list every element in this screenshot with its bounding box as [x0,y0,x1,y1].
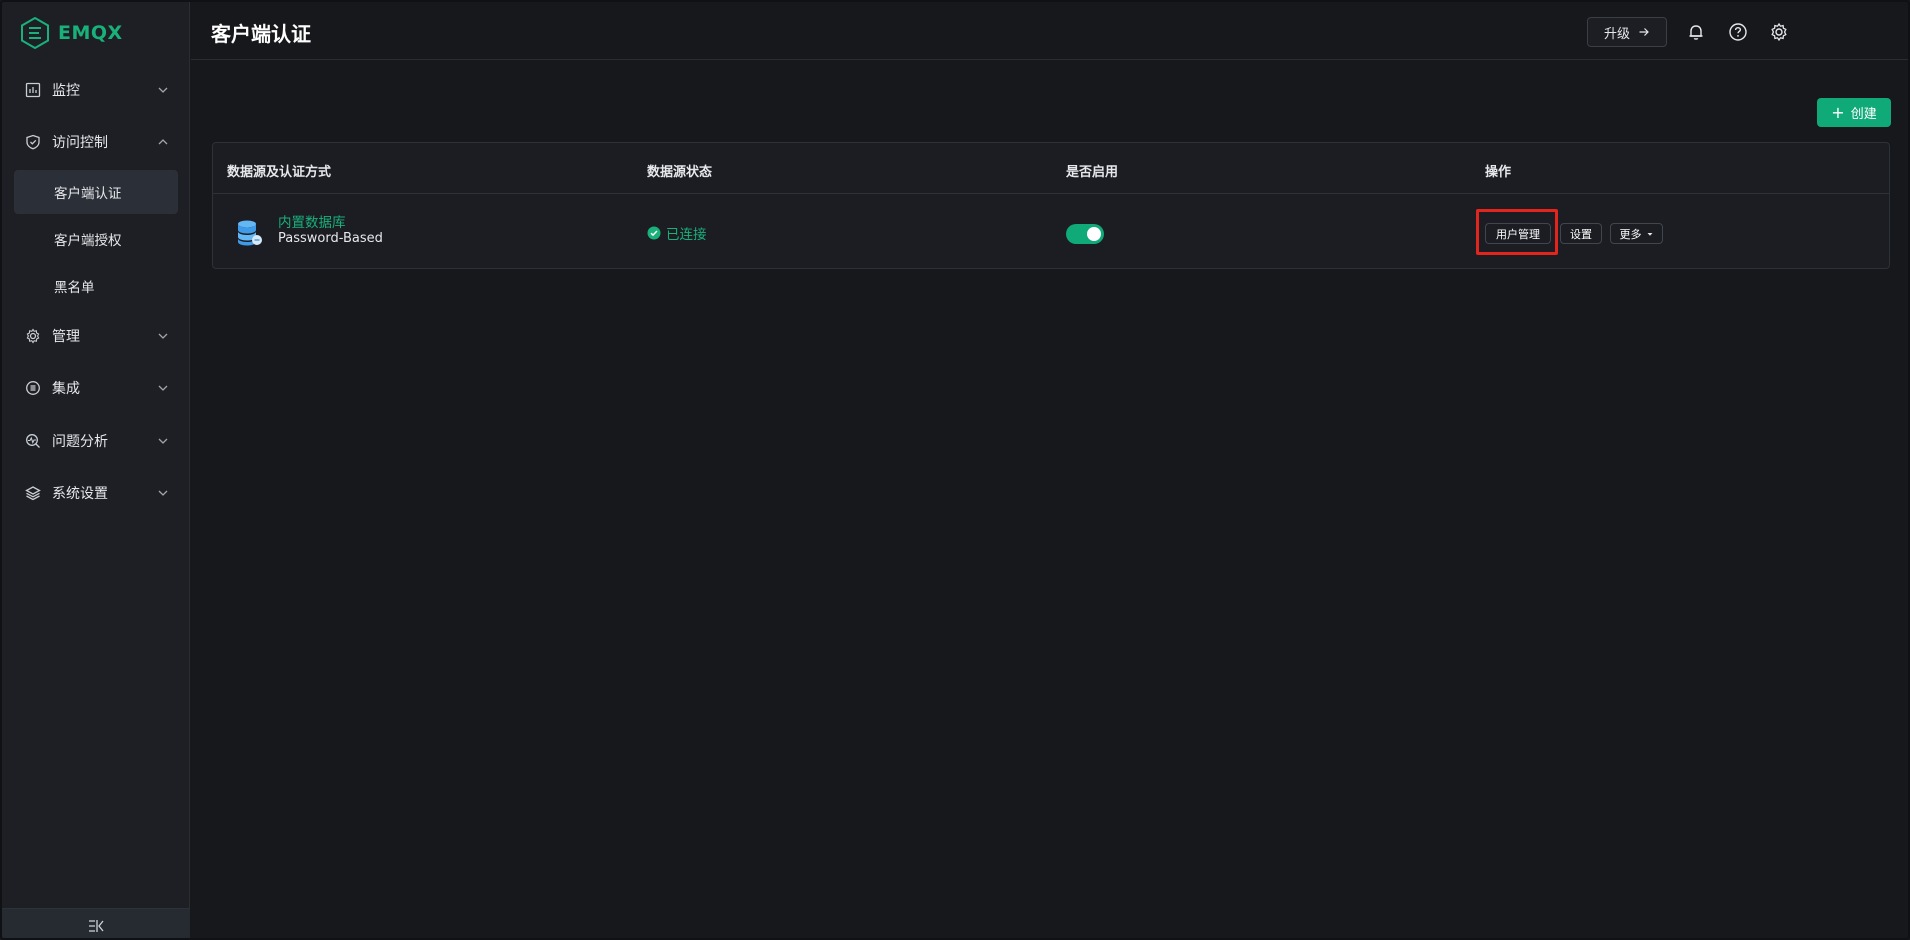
status-text: 已连接 [666,227,707,243]
sidebar-item-client-authorization[interactable]: 客户端授权 [14,217,178,261]
emqx-logo-icon [21,17,49,49]
collapse-sidebar-icon [89,919,104,932]
shield-icon [24,133,42,151]
sidebar-item-diagnose[interactable]: 问题分析 [14,421,178,461]
chevron-down-icon [158,490,168,496]
chevron-down-icon [158,385,168,391]
diagnose-icon [24,432,42,450]
sidebar-item-label: 监控 [52,83,80,99]
sidebar-item-label: 管理 [52,329,80,345]
layers-icon [24,484,42,502]
chevron-down-icon [158,87,168,93]
sidebar-item-client-authentication[interactable]: 客户端认证 [14,170,178,214]
database-icon [238,220,262,246]
column-header-enabled: 是否启用 [1066,165,1119,180]
enabled-toggle[interactable] [1066,224,1104,244]
sidebar-item-system-settings[interactable]: 系统设置 [14,473,178,513]
help-icon[interactable] [1728,22,1748,42]
settings-button[interactable]: 设置 [1560,223,1602,244]
column-header-status: 数据源状态 [647,165,713,180]
sidebar-item-label: 系统设置 [52,486,108,502]
status-badge: 已连接 [647,223,707,243]
column-header-actions: 操作 [1485,165,1512,180]
page-title: 客户端认证 [211,22,311,46]
sidebar: EMQX 监控 访问控制 客户端认证 客户端授权 黑名单 管理 集成 问题分析 … [2,2,190,938]
chart-icon [24,81,42,99]
plus-icon: + [1831,102,1845,122]
table-header: 数据源及认证方式 数据源状态 是否启用 操作 [213,143,1889,194]
sidebar-item-blacklist[interactable]: 黑名单 [14,264,178,308]
check-circle-icon [647,226,661,240]
integration-icon [24,379,42,397]
logo[interactable]: EMQX [20,16,123,50]
caret-down-icon [1647,232,1652,236]
settings-gear-icon[interactable] [1769,22,1789,42]
sidebar-item-access-control[interactable]: 访问控制 [14,122,178,162]
create-label: 创建 [1850,107,1877,122]
create-button[interactable]: + 创建 [1817,98,1891,127]
upgrade-button[interactable]: 升级 [1587,17,1667,47]
data-source-name-link[interactable]: 内置数据库 [278,211,346,231]
arrow-right-icon [1639,28,1649,36]
sidebar-item-label: 问题分析 [52,434,108,450]
table-row: 内置数据库 Password-Based 已连接 用户管理 设置 更多 [213,195,1889,269]
collapse-sidebar-button[interactable] [2,908,190,938]
chevron-down-icon [158,333,168,339]
sidebar-item-monitor[interactable]: 监控 [14,70,178,110]
toggle-knob [1087,227,1101,241]
sidebar-item-integration[interactable]: 集成 [14,368,178,408]
sidebar-item-management[interactable]: 管理 [14,316,178,356]
auth-type-text: Password-Based [278,231,383,246]
top-header: 客户端认证 升级 A admin [191,2,1908,60]
chevron-down-icon [158,438,168,444]
app-window: EMQX 监控 访问控制 客户端认证 客户端授权 黑名单 管理 集成 问题分析 … [0,0,1910,940]
bell-icon[interactable] [1686,22,1706,42]
column-header-source: 数据源及认证方式 [227,165,332,180]
more-label: 更多 [1619,227,1642,241]
upgrade-label: 升级 [1603,26,1630,42]
sidebar-item-label: 访问控制 [52,135,108,151]
more-dropdown-button[interactable]: 更多 [1610,223,1663,244]
gear-cog-icon [24,327,42,345]
sidebar-item-label: 集成 [52,381,80,397]
logo-text: EMQX [58,22,123,44]
authentication-table: 数据源及认证方式 数据源状态 是否启用 操作 内置数据库 Password-Ba… [212,142,1890,269]
user-management-button[interactable]: 用户管理 [1485,223,1551,244]
chevron-up-icon [158,139,168,145]
